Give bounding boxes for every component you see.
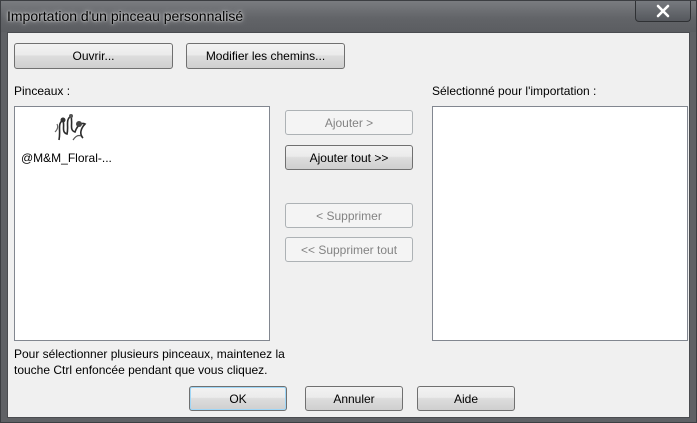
brush-name: @M&M_Floral-... [21,151,112,165]
add-button[interactable]: Ajouter > [285,110,413,135]
hint-line-1: Pour sélectionner plusieurs pinceaux, ma… [14,347,285,361]
open-button[interactable]: Ouvrir... [14,43,173,69]
selected-label: Sélectionné pour l'importation : [432,84,597,98]
dialog-content: Ouvrir... Modifier les chemins... Pincea… [7,32,690,418]
add-all-button[interactable]: Ajouter tout >> [285,145,413,170]
close-icon [656,4,670,18]
hint-line-2: touche Ctrl enfoncée pendant que vous cl… [14,363,268,377]
selected-list[interactable] [432,106,688,341]
edit-paths-button[interactable]: Modifier les chemins... [186,43,345,69]
help-button[interactable]: Aide [417,386,515,411]
remove-all-button[interactable]: << Supprimer tout [285,237,413,262]
brushes-list[interactable]: @M&M_Floral-... [14,106,270,341]
window-title: Importation d'un pinceau personnalisé [7,8,244,24]
cancel-button[interactable]: Annuler [305,386,403,411]
brushes-label: Pinceaux : [14,84,71,98]
floral-brush-thumbnail [54,114,87,141]
title-bar[interactable]: Importation d'un pinceau personnalisé [1,1,696,32]
dialog-window: Importation d'un pinceau personnalisé Ou… [0,0,697,423]
list-item[interactable]: @M&M_Floral-... [15,107,135,177]
close-button[interactable] [635,1,691,22]
selection-hint: Pour sélectionner plusieurs pinceaux, ma… [14,346,285,378]
ok-button[interactable]: OK [189,386,287,411]
remove-button[interactable]: < Supprimer [285,203,413,228]
